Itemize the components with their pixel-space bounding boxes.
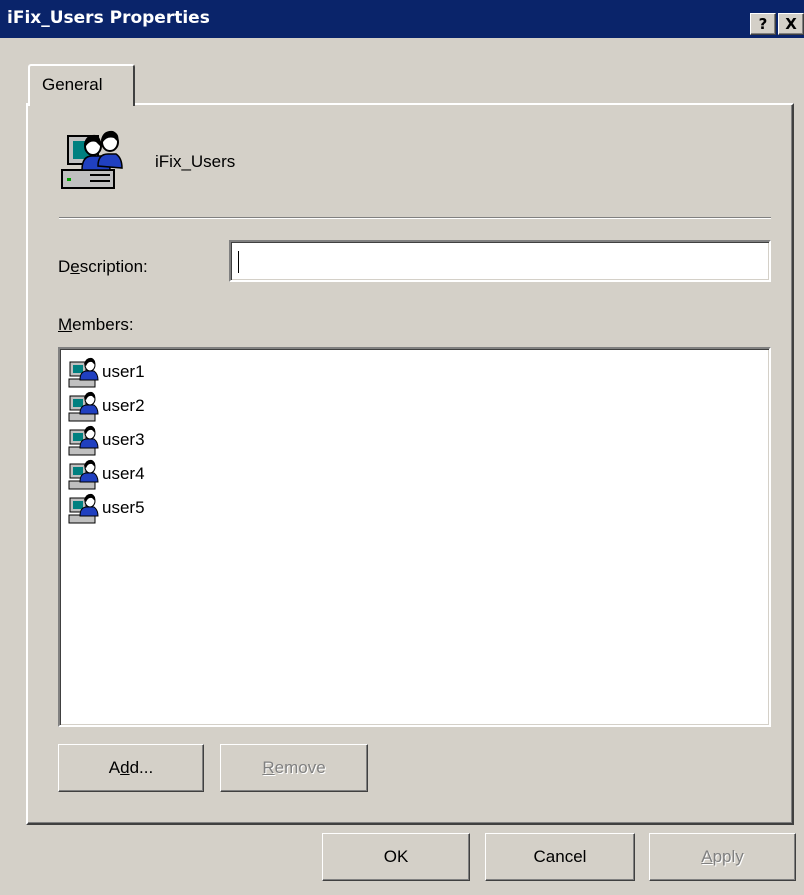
list-item[interactable]: user1 xyxy=(68,355,761,389)
add-button[interactable]: Ad d... xyxy=(58,744,204,792)
separator xyxy=(59,217,771,219)
member-name: user5 xyxy=(102,498,145,517)
list-item[interactable]: user2 xyxy=(68,389,761,423)
user-icon xyxy=(68,459,99,490)
tab-general-label: General xyxy=(42,75,103,94)
members-list[interactable]: user1 user2 user3 user4 user5 xyxy=(58,347,771,727)
member-name: user2 xyxy=(102,396,145,415)
apply-button[interactable]: Apply xyxy=(649,833,796,881)
list-item[interactable]: user5 xyxy=(68,491,761,525)
window-title: iFix_Users Properties xyxy=(7,8,210,28)
user-icon xyxy=(68,425,99,456)
user-group-icon xyxy=(61,130,123,189)
group-name: iFix_Users xyxy=(155,152,236,171)
description-input[interactable] xyxy=(231,242,769,280)
text-caret xyxy=(238,251,239,273)
user-icon xyxy=(68,493,99,524)
member-name: user1 xyxy=(102,362,145,381)
user-icon xyxy=(68,391,99,422)
ok-button[interactable]: OK xyxy=(322,833,470,881)
user-icon xyxy=(68,357,99,388)
list-item[interactable]: user3 xyxy=(68,423,761,457)
title-bar[interactable]: iFix_Users Properties ? X xyxy=(0,0,804,38)
member-name: user4 xyxy=(102,464,145,483)
member-name: user3 xyxy=(102,430,145,449)
cancel-button[interactable]: Cancel xyxy=(485,833,635,881)
description-field[interactable] xyxy=(229,240,771,282)
remove-button[interactable]: Remove xyxy=(220,744,368,792)
members-label: Members: xyxy=(58,315,134,334)
description-label: Description: xyxy=(58,257,148,276)
list-item[interactable]: user4 xyxy=(68,457,761,491)
close-button[interactable]: X xyxy=(778,13,804,35)
tab-general[interactable]: General xyxy=(28,64,135,106)
help-button[interactable]: ? xyxy=(750,13,776,35)
